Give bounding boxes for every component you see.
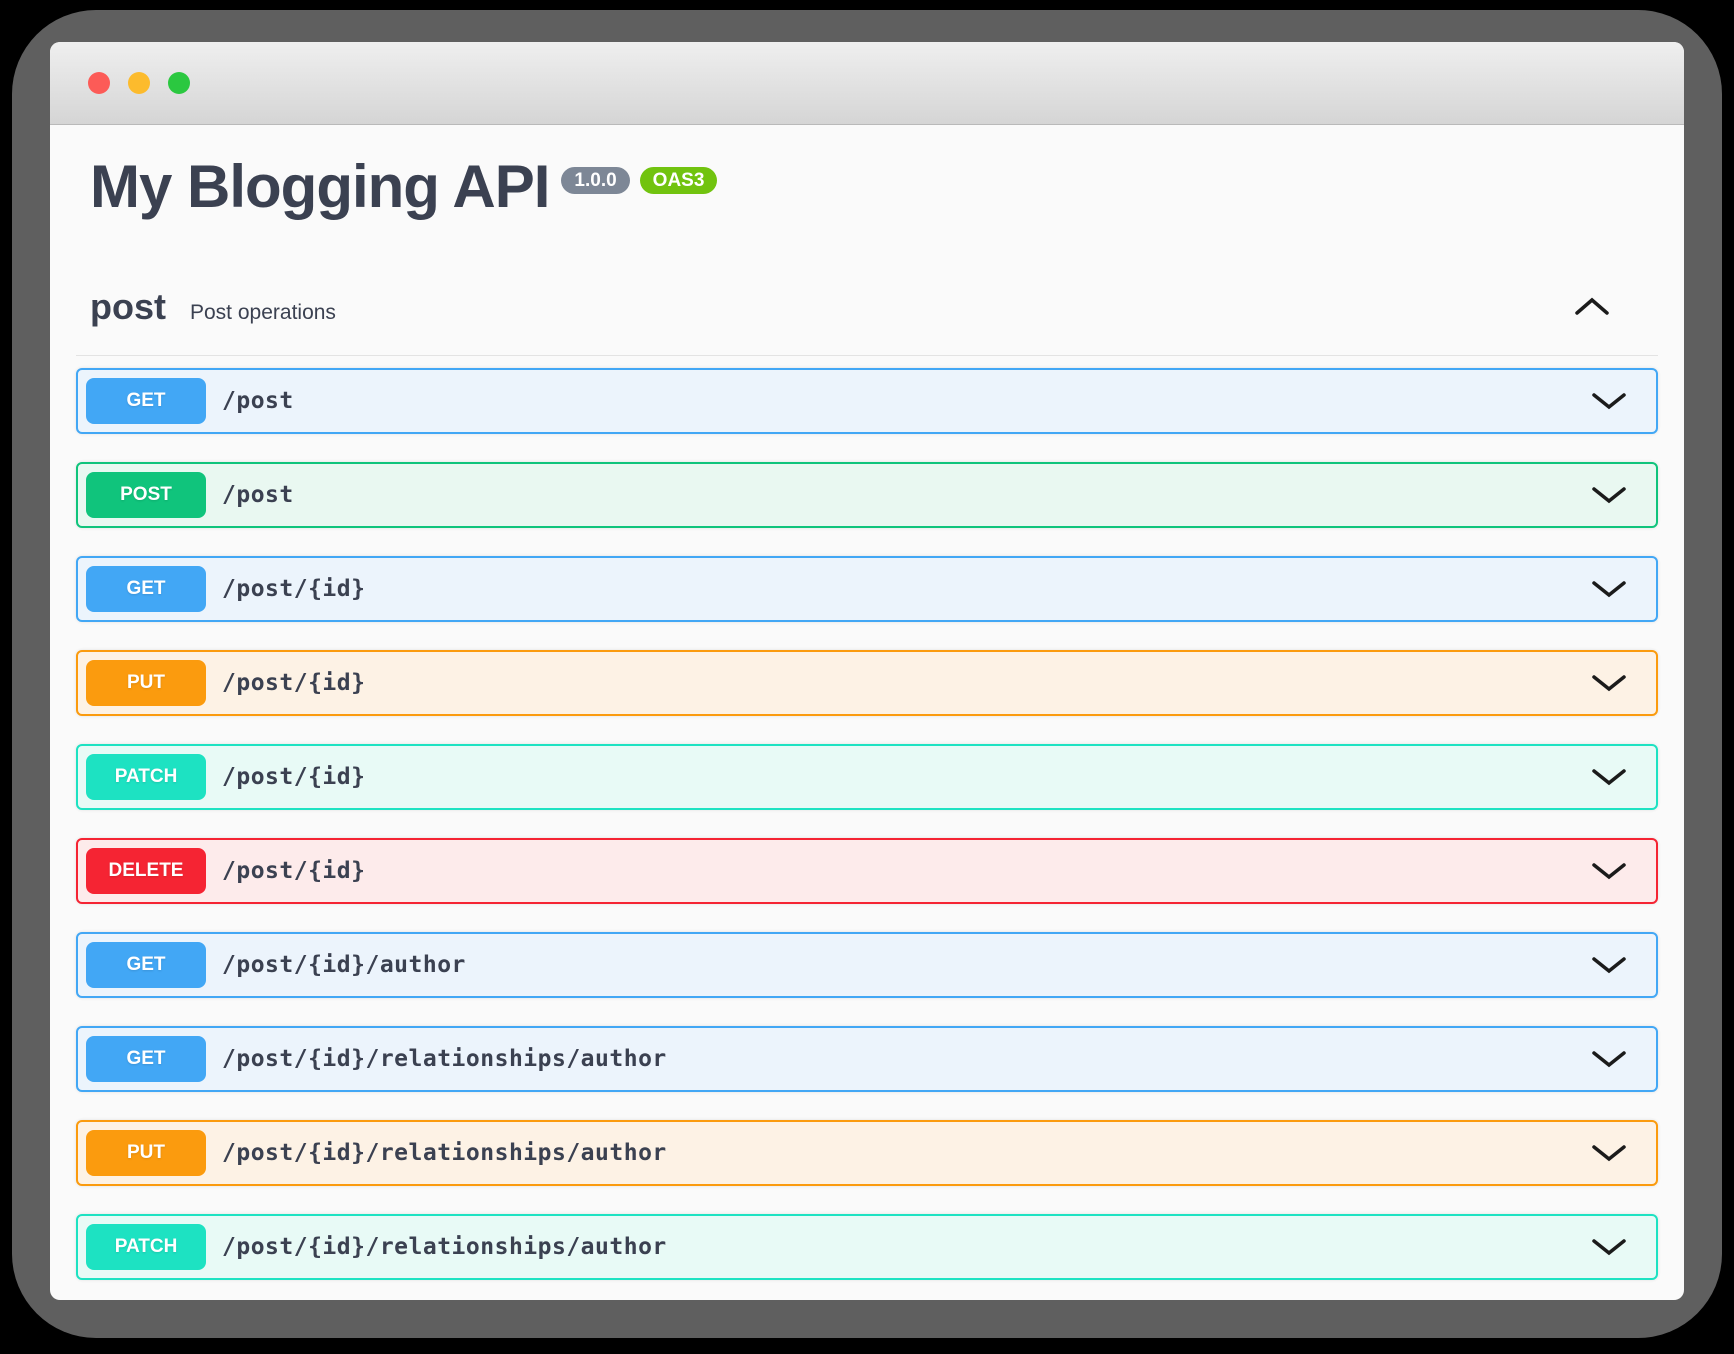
operation-row-patch[interactable]: PATCH /post/{id} [76,744,1658,810]
operation-row-get[interactable]: GET /post/{id}/relationships/author [76,1026,1658,1092]
endpoint-path: /post [222,482,294,508]
chevron-down-icon[interactable] [1592,392,1626,410]
chevron-down-icon[interactable] [1592,1238,1626,1256]
page-title: My Blogging API [90,151,549,223]
version-badge: 1.0.0 [561,167,629,194]
swagger-content: My Blogging API 1.0.0 OAS3 post Post ope… [50,125,1684,1300]
chevron-down-icon[interactable] [1592,674,1626,692]
minimize-button[interactable] [128,72,150,94]
method-badge: PATCH [86,754,206,800]
endpoint-path: /post/{id} [222,576,365,602]
tag-description: Post operations [190,301,336,325]
chevron-down-icon[interactable] [1592,486,1626,504]
operations-list: GET /post POST /post GET /post/{id} PUT … [76,368,1658,1280]
method-badge: GET [86,566,206,612]
close-button[interactable] [88,72,110,94]
method-badge: GET [86,942,206,988]
operation-row-put[interactable]: PUT /post/{id}/relationships/author [76,1120,1658,1186]
method-badge: PUT [86,1130,206,1176]
chevron-down-icon[interactable] [1592,862,1626,880]
chevron-down-icon[interactable] [1592,956,1626,974]
endpoint-path: /post/{id}/relationships/author [222,1046,667,1072]
operation-row-patch[interactable]: PATCH /post/{id}/relationships/author [76,1214,1658,1280]
operation-row-get[interactable]: GET /post [76,368,1658,434]
endpoint-path: /post [222,388,294,414]
endpoint-path: /post/{id} [222,764,365,790]
endpoint-path: /post/{id} [222,670,365,696]
method-badge: PUT [86,660,206,706]
operation-row-get[interactable]: GET /post/{id} [76,556,1658,622]
method-badge: DELETE [86,848,206,894]
method-badge: PATCH [86,1224,206,1270]
section-divider [76,355,1658,356]
window-titlebar [50,42,1684,125]
zoom-button[interactable] [168,72,190,94]
endpoint-path: /post/{id}/author [222,952,466,978]
chevron-down-icon[interactable] [1592,768,1626,786]
method-badge: GET [86,378,206,424]
chevron-up-icon[interactable] [1574,297,1610,316]
api-title-row: My Blogging API 1.0.0 OAS3 [90,151,1658,223]
endpoint-path: /post/{id} [222,858,365,884]
method-badge: POST [86,472,206,518]
oas3-badge: OAS3 [640,167,718,194]
tag-name: post [90,285,166,328]
chevron-down-icon[interactable] [1592,1050,1626,1068]
chevron-down-icon[interactable] [1592,1144,1626,1162]
operation-row-delete[interactable]: DELETE /post/{id} [76,838,1658,904]
app-window: My Blogging API 1.0.0 OAS3 post Post ope… [50,42,1684,1300]
method-badge: GET [86,1036,206,1082]
operation-row-get[interactable]: GET /post/{id}/author [76,932,1658,998]
operation-row-post[interactable]: POST /post [76,462,1658,528]
endpoint-path: /post/{id}/relationships/author [222,1234,667,1260]
chevron-down-icon[interactable] [1592,580,1626,598]
endpoint-path: /post/{id}/relationships/author [222,1140,667,1166]
tag-section-header[interactable]: post Post operations [90,285,1658,328]
operation-row-put[interactable]: PUT /post/{id} [76,650,1658,716]
